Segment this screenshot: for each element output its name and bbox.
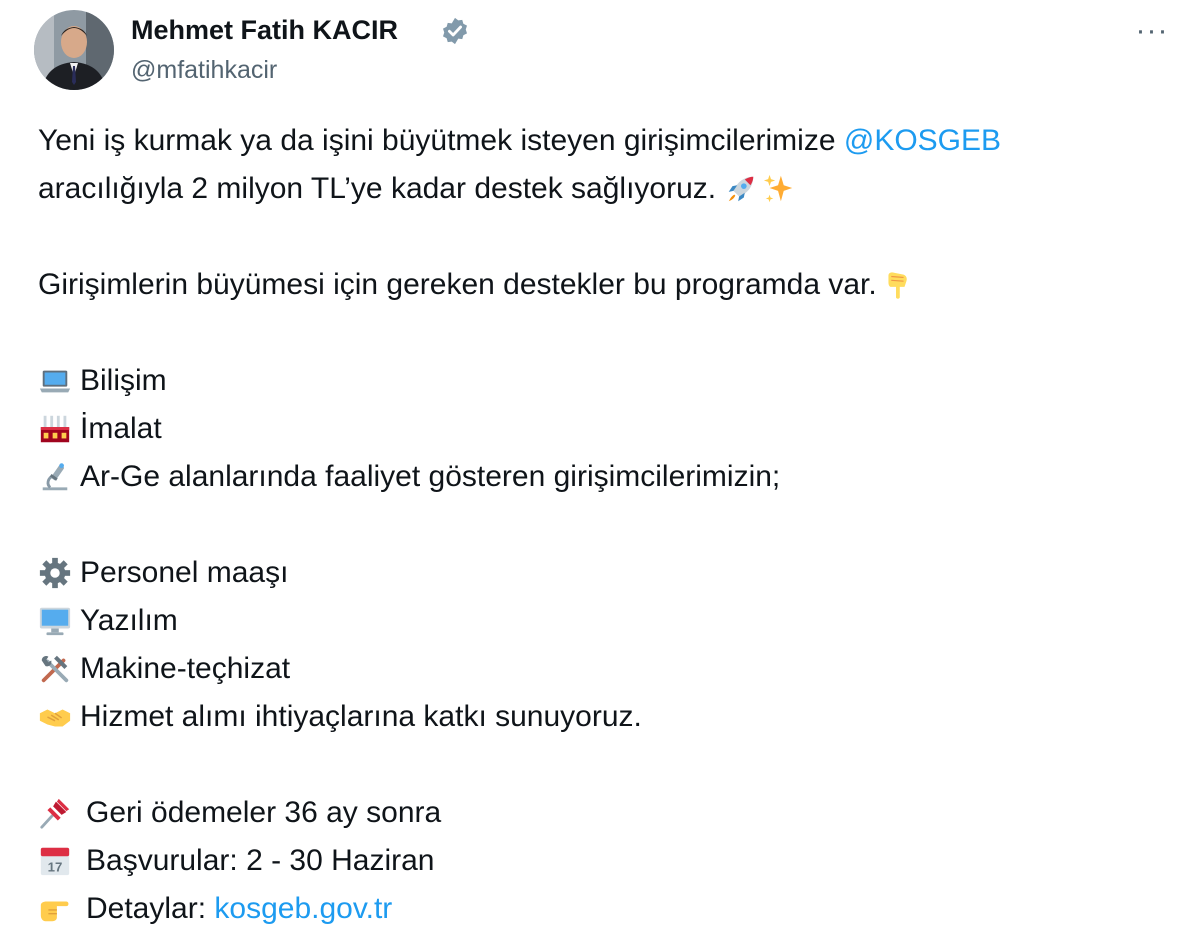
pushpin-icon xyxy=(38,796,72,830)
avatar[interactable] xyxy=(34,10,114,90)
sector-item: Bilişim xyxy=(38,357,1178,405)
support-label: Makine-teçhizat xyxy=(80,652,291,685)
repayment-label: Geri ödemeler 36 ay sonra xyxy=(86,796,442,829)
details-label: Detaylar: xyxy=(86,892,207,925)
supports-intro-text: Girişimlerin büyümesi için gereken deste… xyxy=(38,268,877,301)
calendar-icon: 17 xyxy=(38,844,72,878)
support-item: Yazılım xyxy=(38,597,1178,645)
support-item: Makine-teçhizat xyxy=(38,645,1178,693)
handshake-icon xyxy=(38,700,72,734)
sector-label: İmalat xyxy=(80,412,162,445)
microscope-icon xyxy=(38,460,72,494)
support-label: Yazılım xyxy=(80,604,178,637)
support-item: Personel maaşı xyxy=(38,549,1178,597)
author-handle[interactable]: @mfatihkacir xyxy=(131,55,277,85)
sector-label: Ar-Ge alanlarında faaliyet gösteren giri… xyxy=(80,460,781,493)
tweet-line: Yeni iş kurmak ya da işini büyütmek iste… xyxy=(38,117,1178,165)
info-item: 17 Başvurular: 2 - 30 Haziran xyxy=(38,837,1178,885)
mention-link[interactable]: @KOSGEB xyxy=(844,117,1001,165)
laptop-icon xyxy=(38,364,72,398)
details-link[interactable]: kosgeb.gov.tr xyxy=(214,885,392,933)
intro-text-1: Yeni iş kurmak ya da işini büyütmek iste… xyxy=(38,124,836,157)
author-name[interactable]: Mehmet Fatih KACIR xyxy=(131,14,398,46)
verified-badge-icon xyxy=(440,16,470,46)
pointing-hand-icon xyxy=(38,892,72,926)
support-label: Hizmet alımı ihtiyaçlarına katkı sunuyor… xyxy=(80,700,642,733)
pointing-down-icon xyxy=(879,268,913,302)
gear-icon xyxy=(38,556,72,590)
desktop-icon xyxy=(38,604,72,638)
rocket-icon xyxy=(724,172,758,206)
intro-text-2: aracılığıyla 2 milyon TL’ye kadar destek… xyxy=(38,172,717,205)
sparkles-icon xyxy=(762,172,796,206)
tweet-line: Girişimlerin büyümesi için gereken deste… xyxy=(38,261,1178,309)
sector-label: Bilişim xyxy=(80,364,167,397)
tweet-text: Yeni iş kurmak ya da işini büyütmek iste… xyxy=(38,117,1178,933)
sector-item: İmalat xyxy=(38,405,1178,453)
tweet-line: aracılığıyla 2 milyon TL’ye kadar destek… xyxy=(38,165,1178,213)
support-label: Personel maaşı xyxy=(80,556,289,589)
sector-item: Ar-Ge alanlarında faaliyet gösteren giri… xyxy=(38,453,1178,501)
calendar-day: 17 xyxy=(48,859,63,874)
more-options-button[interactable]: ··· xyxy=(1132,16,1172,46)
factory-icon xyxy=(38,412,72,446)
tools-icon xyxy=(38,652,72,686)
tweet: Mehmet Fatih KACIR @mfatihkacir ··· Yeni… xyxy=(0,0,1200,948)
support-item: Hizmet alımı ihtiyaçlarına katkı sunuyor… xyxy=(38,693,1178,741)
application-label: Başvurular: 2 - 30 Haziran xyxy=(86,844,435,877)
info-item: Geri ödemeler 36 ay sonra xyxy=(38,789,1178,837)
info-item: Detaylar: kosgeb.gov.tr xyxy=(38,885,1178,933)
